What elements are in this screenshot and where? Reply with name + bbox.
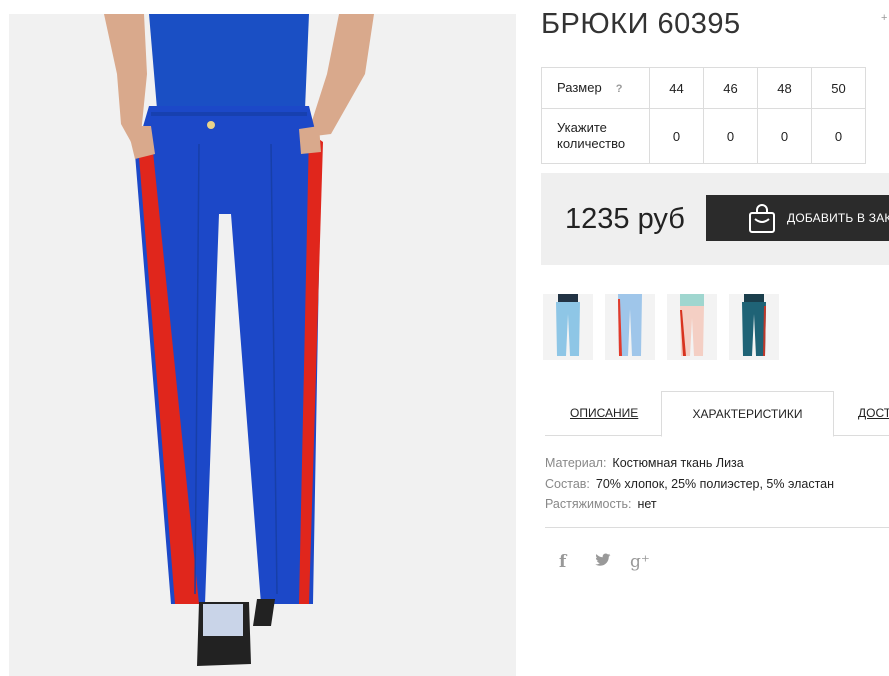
quantity-row: Укажите количество 0 0 0 0 [541,108,866,164]
size-row: Размер? 44 46 48 50 [541,67,866,109]
help-icon[interactable]: ? [616,83,623,95]
price-box: 1235 руб ДОБАВИТЬ В ЗАКАЗ [541,173,889,265]
spec-stretch: Растяжимость: нет [545,494,834,515]
add-to-order-label: ДОБАВИТЬ В ЗАКАЗ [787,211,889,225]
variant-teal-image [729,294,779,360]
spec-key: Состав: [545,476,590,491]
google-plus-icon[interactable]: g⁺ [630,552,650,572]
compare-icon[interactable]: + [881,12,887,24]
product-photo[interactable] [9,14,516,676]
quantity-label: Укажите количество [541,108,650,164]
quantity-input-50[interactable]: 0 [811,108,866,164]
variant-thumb-sky[interactable] [605,294,655,360]
twitter-icon[interactable] [595,552,611,572]
divider [545,527,889,528]
quantity-input-44[interactable]: 0 [649,108,704,164]
spec-value: нет [637,497,657,511]
shopping-bag-icon [749,204,775,233]
variant-sky-image [605,294,655,360]
size-50: 50 [811,67,866,109]
tab-description[interactable]: ОПИСАНИЕ [570,391,638,435]
variant-light-blue-image [543,294,593,360]
tab-characteristics[interactable]: ХАРАКТЕРИСТИКИ [661,391,834,437]
twitter-bird-icon [595,553,611,566]
size-table: Размер? 44 46 48 50 Укажите количество 0… [541,67,866,164]
size-46: 46 [703,67,758,109]
quantity-input-46[interactable]: 0 [703,108,758,164]
variant-thumb-peach[interactable] [667,294,717,360]
spec-composition: Состав: 70% хлопок, 25% полиэстер, 5% эла… [545,474,834,495]
size-44: 44 [649,67,704,109]
tab-delivery[interactable]: ДОСТАВКА [858,391,889,435]
spec-value: 70% хлопок, 25% полиэстер, 5% эластан [595,476,835,491]
size-label: Размер [557,79,602,95]
size-48: 48 [757,67,812,109]
pants-illustration [9,14,516,676]
spec-value: Костюмная ткань Лиза [612,456,744,470]
variant-thumb-teal[interactable] [729,294,779,360]
size-label-cell: Размер? [541,67,650,109]
facebook-icon[interactable]: f [559,552,566,572]
product-price: 1235 руб [565,203,685,235]
product-title: БРЮКИ 60395 [541,8,741,40]
spec-material: Материал: Костюмная ткань Лиза [545,453,834,474]
spec-key: Материал: [545,456,607,470]
variant-thumb-light-blue[interactable] [543,294,593,360]
product-tabs: ОПИСАНИЕ ХАРАКТЕРИСТИКИ ДОСТАВКА [541,391,889,437]
variant-peach-image [667,294,717,360]
quantity-input-48[interactable]: 0 [757,108,812,164]
spec-key: Растяжимость: [545,497,632,511]
add-to-order-button[interactable]: ДОБАВИТЬ В ЗАКАЗ [706,195,889,241]
characteristics-list: Материал: Костюмная ткань Лиза Состав: 70%… [545,453,834,515]
